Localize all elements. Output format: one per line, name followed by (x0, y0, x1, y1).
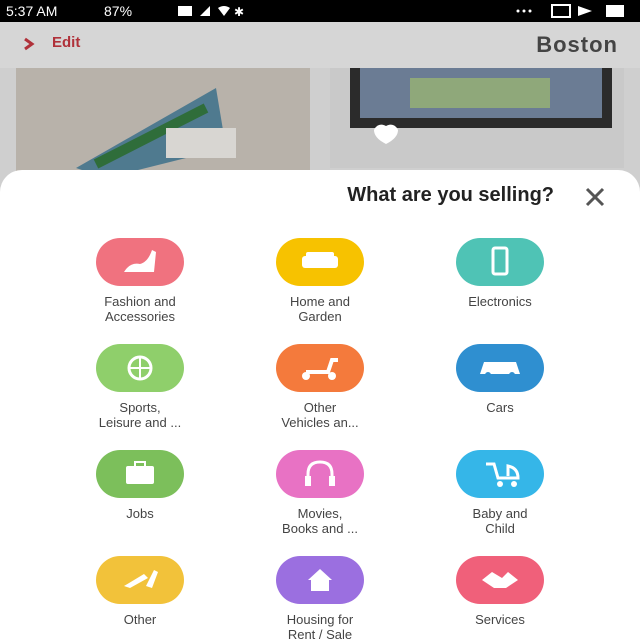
category-label: Electronics (468, 294, 532, 309)
category-services[interactable]: Services (425, 556, 575, 627)
scooter-icon (276, 344, 364, 392)
status-time: 5:37 AM (6, 3, 58, 19)
category-label: Fashion and Accessories (104, 294, 176, 324)
car-icon (456, 344, 544, 392)
sofa-icon (276, 238, 364, 286)
wifi-icon (218, 6, 230, 16)
category-fashion[interactable]: Fashion and Accessories (65, 238, 215, 324)
headphones-icon (276, 450, 364, 498)
category-other-vehicles[interactable]: Other Vehicles an... (245, 344, 395, 430)
category-housing[interactable]: Housing for Rent / Sale (245, 556, 395, 640)
category-other[interactable]: Other (65, 556, 215, 627)
bluetooth-icon: ✱ (234, 5, 244, 18)
category-label: Home and Garden (290, 294, 350, 324)
multitool-icon (96, 556, 184, 604)
category-label: Baby and Child (472, 506, 528, 536)
category-label: Jobs (126, 506, 154, 521)
stroller-icon (456, 450, 544, 498)
category-jobs[interactable]: Jobs (65, 450, 215, 521)
category-cars[interactable]: Cars (425, 344, 575, 415)
house-icon (276, 556, 364, 604)
screen: 5:37 AM 87% ✱ Edit Boston What are you s… (0, 0, 640, 640)
category-home-garden[interactable]: Home and Garden (245, 238, 395, 324)
edit-button[interactable]: Edit (52, 34, 80, 51)
category-label: Housing for Rent / Sale (286, 612, 354, 640)
category-sports[interactable]: Sports, Leisure and ... (65, 344, 215, 430)
category-label: Services (475, 612, 525, 627)
signal-icon (200, 6, 210, 16)
sheet-title: What are you selling? (347, 184, 554, 206)
category-label: Cars (486, 400, 514, 415)
close-icon[interactable] (582, 184, 608, 210)
notification-icons (516, 4, 624, 18)
category-label: Other Vehicles an... (281, 400, 359, 430)
listing-card[interactable] (16, 68, 310, 180)
status-icons: ✱ (178, 5, 244, 18)
send-icon (578, 6, 592, 16)
gallery-icon (551, 4, 571, 18)
listing-card[interactable] (330, 68, 624, 168)
high-heel-icon (96, 238, 184, 286)
city-title: Boston (536, 32, 618, 57)
basketball-icon (96, 344, 184, 392)
phone-icon (456, 238, 544, 286)
chevron-right-icon[interactable] (22, 37, 36, 51)
status-battery-percent: 87% (104, 3, 133, 19)
category-label: Other (123, 612, 157, 627)
briefcase-icon (96, 450, 184, 498)
handshake-icon (456, 556, 544, 604)
category-baby-child[interactable]: Baby and Child (425, 450, 575, 536)
category-movies-books[interactable]: Movies, Books and ... (245, 450, 395, 536)
mail-icon (606, 5, 624, 17)
category-label: Movies, Books and ... (282, 506, 358, 536)
category-label: Sports, Leisure and ... (98, 400, 182, 430)
battery-icon (178, 6, 192, 16)
category-electronics[interactable]: Electronics (425, 238, 575, 309)
status-bar: 5:37 AM 87% ✱ (0, 0, 640, 22)
